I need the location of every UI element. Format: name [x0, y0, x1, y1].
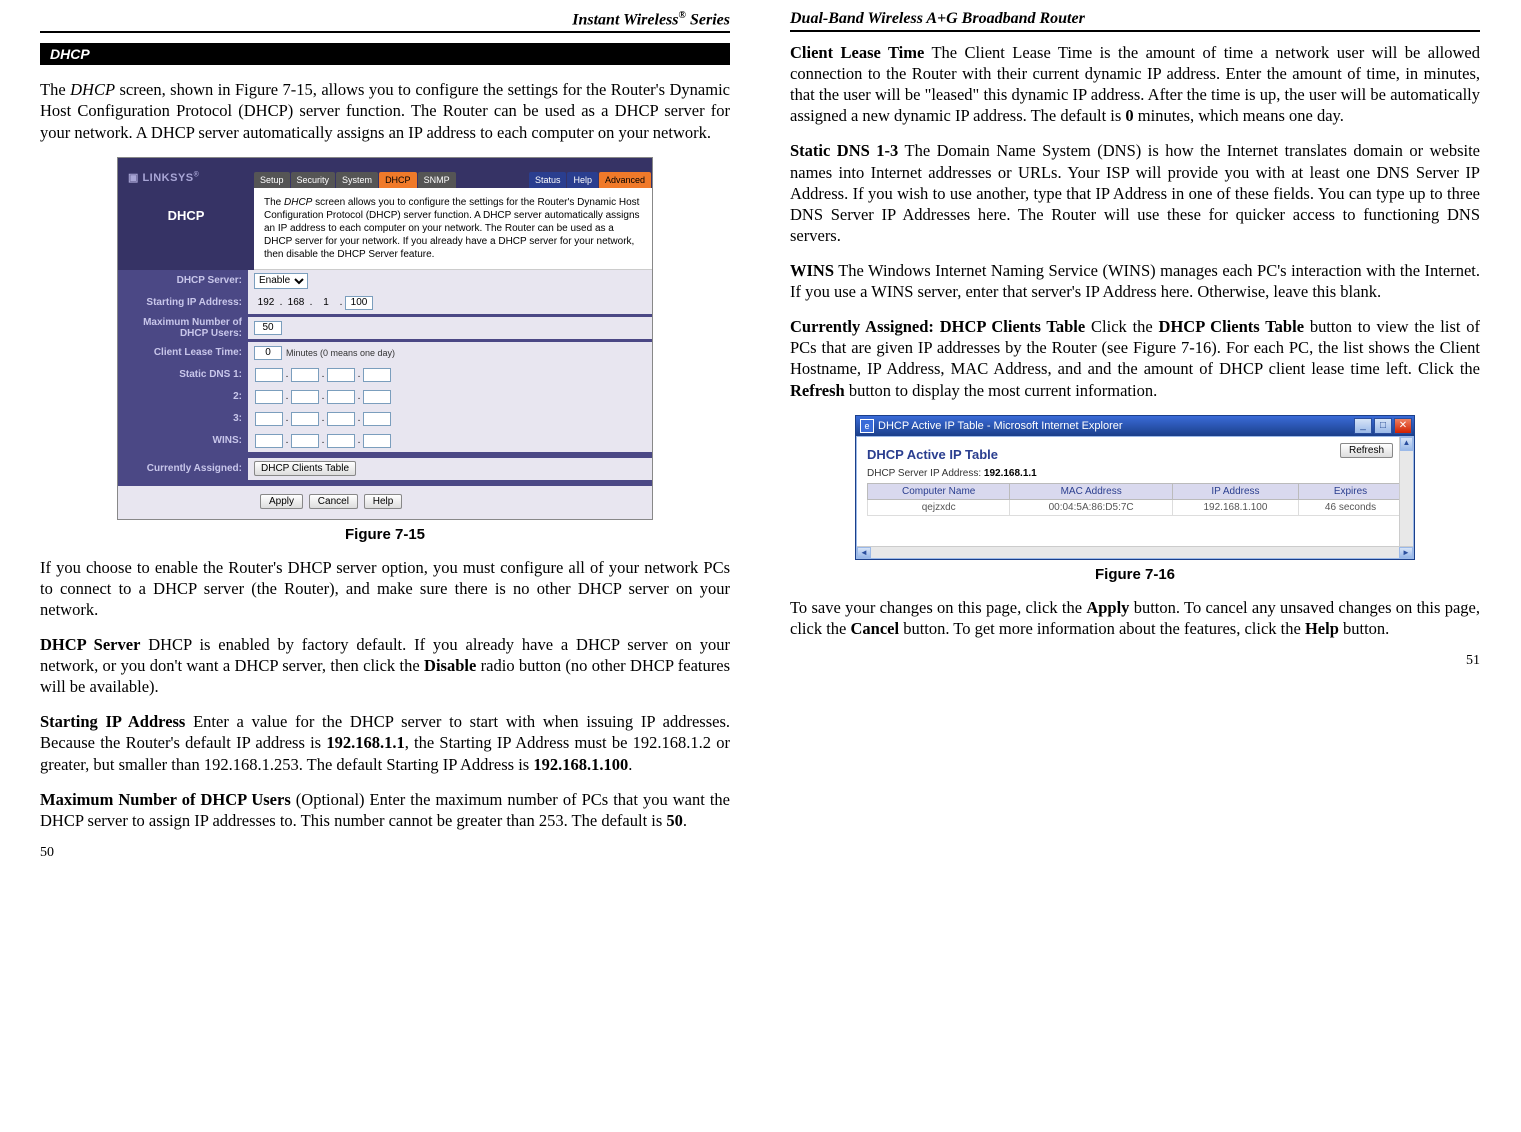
dns3-a[interactable] [255, 412, 283, 426]
para-client-lease: Client Lease Time The Client Lease Time … [790, 42, 1480, 126]
ie-sublabel: DHCP Server IP Address: 192.168.1.1 [867, 468, 1403, 479]
para-currently-assigned: Currently Assigned: DHCP Clients Table C… [790, 316, 1480, 400]
ie-titlebar: e DHCP Active IP Table - Microsoft Inter… [856, 416, 1414, 436]
right-page: Dual-Band Wireless A+G Broadband Router … [790, 10, 1480, 861]
ie-window-screenshot: e DHCP Active IP Table - Microsoft Inter… [855, 415, 1415, 560]
minimize-icon[interactable]: _ [1354, 418, 1372, 434]
linksys-logo: ▣ LINKSYS® [118, 171, 254, 188]
series-suffix: Series [686, 11, 730, 28]
scroll-right-icon[interactable]: ► [1399, 547, 1413, 558]
section-title-bar: DHCP [40, 43, 730, 65]
wins-b[interactable] [291, 434, 319, 448]
left-page: Instant Wireless® Series DHCP The DHCP s… [40, 10, 730, 861]
dns1-b[interactable] [291, 368, 319, 382]
ip-octet-3: 1 [314, 297, 338, 308]
max-users-input[interactable] [254, 321, 282, 335]
dns1-d[interactable] [363, 368, 391, 382]
cell-mac: 00:04:5A:86:D5:7C [1010, 499, 1173, 515]
label-max-users: Maximum Number of DHCP Users: [118, 317, 248, 339]
para-dhcp-server: DHCP Server DHCP is enabled by factory d… [40, 634, 730, 697]
dns3-b[interactable] [291, 412, 319, 426]
horizontal-scrollbar[interactable]: ◄ ► [857, 546, 1413, 558]
refresh-button[interactable]: Refresh [1340, 443, 1393, 458]
col-ip: IP Address [1172, 483, 1298, 499]
table-row: qejzxdc 00:04:5A:86:D5:7C 192.168.1.100 … [868, 499, 1403, 515]
para-intro: The DHCP screen, shown in Figure 7-15, a… [40, 79, 730, 142]
dns2-b[interactable] [291, 390, 319, 404]
wins-a[interactable] [255, 434, 283, 448]
ip-octet-1: 192 [254, 297, 278, 308]
tab-status[interactable]: Status [529, 172, 567, 188]
wins-c[interactable] [327, 434, 355, 448]
page-number-right: 51 [790, 653, 1480, 669]
cancel-button[interactable]: Cancel [309, 494, 358, 509]
label-dns1: Static DNS 1: [118, 369, 248, 380]
dhcp-active-table: Computer Name MAC Address IP Address Exp… [867, 483, 1403, 516]
wins-d[interactable] [363, 434, 391, 448]
tab-system[interactable]: System [336, 172, 378, 188]
title-header-right: Dual-Band Wireless A+G Broadband Router [790, 10, 1480, 32]
cell-name: qejzxdc [868, 499, 1010, 515]
dns3-d[interactable] [363, 412, 391, 426]
para-static-dns: Static DNS 1-3 The Domain Name System (D… [790, 140, 1480, 246]
para-max-users: Maximum Number of DHCP Users (Optional) … [40, 789, 730, 831]
label-dhcp-server: DHCP Server: [118, 275, 248, 286]
label-wins: WINS: [118, 435, 248, 446]
figure-7-16-caption: Figure 7-16 [790, 566, 1480, 583]
label-dns2: 2: [118, 391, 248, 402]
ie-app-icon: e [860, 419, 874, 433]
dhcp-clients-table-button[interactable]: DHCP Clients Table [254, 461, 356, 476]
reg-mark-icon: ® [679, 10, 686, 21]
ip-octet-4-input[interactable] [345, 296, 373, 310]
ie-window-title: DHCP Active IP Table - Microsoft Interne… [878, 420, 1352, 432]
figure-7-15-caption: Figure 7-15 [40, 526, 730, 543]
label-lease-time: Client Lease Time: [118, 347, 248, 358]
dhcp-server-select[interactable]: Enable [254, 273, 308, 289]
dns2-a[interactable] [255, 390, 283, 404]
tab-setup[interactable]: Setup [254, 172, 290, 188]
label-dns3: 3: [118, 413, 248, 424]
maximize-icon[interactable]: □ [1374, 418, 1392, 434]
tab-advanced[interactable]: Advanced [599, 172, 651, 188]
dns1-c[interactable] [327, 368, 355, 382]
col-mac: MAC Address [1010, 483, 1173, 499]
cell-ip: 192.168.1.100 [1172, 499, 1298, 515]
para-starting-ip: Starting IP Address Enter a value for th… [40, 711, 730, 774]
lease-note: Minutes (0 means one day) [286, 348, 395, 358]
series-header-left: Instant Wireless® Series [40, 10, 730, 33]
tab-dhcp[interactable]: DHCP [379, 172, 417, 188]
scroll-left-icon[interactable]: ◄ [857, 547, 871, 558]
dns2-d[interactable] [363, 390, 391, 404]
router-side-title: DHCP [118, 188, 254, 270]
router-ui-screenshot: ▣ LINKSYS® Setup Security System DHCP SN… [117, 157, 653, 520]
col-expires: Expires [1299, 483, 1403, 499]
dns1-a[interactable] [255, 368, 283, 382]
label-currently-assigned: Currently Assigned: [118, 463, 248, 474]
col-computer-name: Computer Name [868, 483, 1010, 499]
lease-time-input[interactable] [254, 346, 282, 360]
tab-security[interactable]: Security [291, 172, 336, 188]
para-wins: WINS The Windows Internet Naming Service… [790, 260, 1480, 302]
ie-heading: DHCP Active IP Table [867, 447, 1403, 462]
para-enable-note: If you choose to enable the Router's DHC… [40, 557, 730, 620]
page-number-left: 50 [40, 845, 730, 861]
apply-button[interactable]: Apply [260, 494, 303, 509]
cell-exp: 46 seconds [1299, 499, 1403, 515]
dns2-c[interactable] [327, 390, 355, 404]
ip-octet-2: 168 [284, 297, 308, 308]
tab-snmp[interactable]: SNMP [418, 172, 456, 188]
vertical-scrollbar[interactable]: ▲ [1399, 437, 1413, 546]
dns3-c[interactable] [327, 412, 355, 426]
tab-help[interactable]: Help [567, 172, 598, 188]
para-save-changes: To save your changes on this page, click… [790, 597, 1480, 639]
close-icon[interactable]: ✕ [1394, 418, 1412, 434]
router-description: The DHCP screen allows you to configure … [254, 188, 652, 270]
series-text: Instant Wireless [572, 11, 678, 28]
label-starting-ip: Starting IP Address: [118, 297, 248, 308]
help-button[interactable]: Help [364, 494, 403, 509]
